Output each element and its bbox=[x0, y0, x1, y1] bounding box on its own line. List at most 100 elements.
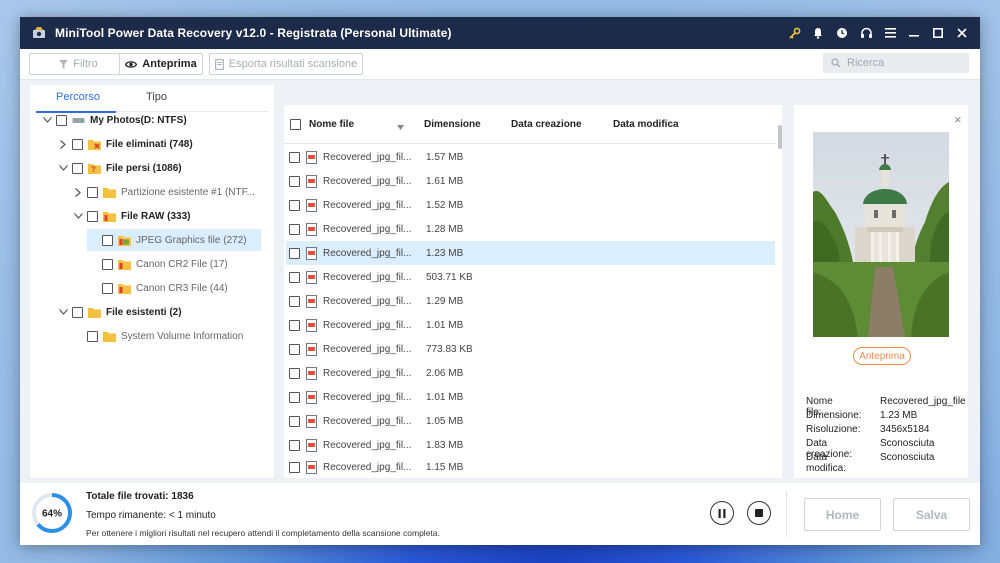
file-row[interactable]: Recovered_jpg_fil... 1.01 MB bbox=[286, 385, 775, 409]
checkbox[interactable] bbox=[289, 319, 300, 331]
preview-button[interactable]: Anteprima bbox=[119, 53, 203, 75]
checkbox[interactable] bbox=[289, 175, 300, 187]
checkbox[interactable] bbox=[289, 391, 300, 403]
minimize-icon[interactable] bbox=[902, 21, 926, 45]
column-created[interactable]: Data creazione bbox=[511, 119, 582, 130]
file-row[interactable]: Recovered_jpg_fil... 1.01 MB bbox=[286, 313, 775, 337]
headset-icon[interactable] bbox=[854, 21, 878, 45]
checkbox[interactable] bbox=[72, 138, 83, 150]
tree-item-cr3[interactable]: Canon CR3 File (44) bbox=[87, 277, 228, 299]
chevron-down-icon[interactable] bbox=[42, 115, 52, 125]
jpg-file-icon bbox=[306, 150, 317, 164]
close-preview-icon[interactable]: × bbox=[954, 112, 962, 127]
file-list-scrollbar[interactable] bbox=[778, 125, 782, 149]
time-remaining: Tempo rimanente: < 1 minuto bbox=[86, 510, 216, 521]
chevron-down-icon[interactable] bbox=[58, 307, 68, 317]
tree-item-jpeg[interactable]: JPEG Graphics file (272) bbox=[87, 229, 261, 251]
checkbox[interactable] bbox=[102, 282, 113, 294]
file-row[interactable]: Recovered_jpg_fil... 1.15 MB bbox=[286, 457, 775, 478]
tree-item-system-volume[interactable]: System Volume Information bbox=[87, 325, 243, 347]
tree-item-lost-files[interactable]: ? File persi (1086) bbox=[58, 157, 182, 179]
jpg-file-icon bbox=[306, 366, 317, 380]
clock-icon[interactable] bbox=[830, 21, 854, 45]
checkbox[interactable] bbox=[72, 162, 83, 174]
checkbox[interactable] bbox=[289, 271, 300, 283]
menu-icon[interactable] bbox=[878, 21, 902, 45]
maximize-icon[interactable] bbox=[926, 21, 950, 45]
checkbox[interactable] bbox=[87, 330, 98, 342]
file-row[interactable]: Recovered_jpg_fil... 1.05 MB bbox=[286, 409, 775, 433]
chevron-down-icon[interactable] bbox=[58, 163, 68, 173]
checkbox[interactable] bbox=[102, 234, 113, 246]
checkbox[interactable] bbox=[72, 306, 83, 318]
file-row[interactable]: Recovered_jpg_fil... 1.83 MB bbox=[286, 433, 775, 457]
checkbox[interactable] bbox=[289, 367, 300, 379]
raw-folder-icon bbox=[118, 259, 131, 270]
checkbox[interactable] bbox=[289, 439, 300, 451]
chevron-right-icon[interactable] bbox=[73, 187, 83, 197]
preview-action-button[interactable]: Anteprima bbox=[853, 347, 911, 365]
column-name[interactable]: Nome file bbox=[309, 119, 354, 130]
column-modified[interactable]: Data modifica bbox=[613, 119, 679, 130]
checkbox[interactable] bbox=[102, 258, 113, 270]
checkbox[interactable] bbox=[289, 343, 300, 355]
app-logo-icon bbox=[31, 25, 47, 41]
tree-item-existing-files[interactable]: File esistenti (2) bbox=[58, 301, 182, 323]
file-row[interactable]: Recovered_jpg_fil... 1.28 MB bbox=[286, 217, 775, 241]
tree-panel: Percorso Tipo My Photos(D: NTFS) File el… bbox=[30, 85, 274, 478]
chevron-right-icon[interactable] bbox=[58, 139, 68, 149]
home-button[interactable]: Home bbox=[804, 498, 881, 531]
pause-button[interactable] bbox=[710, 501, 734, 525]
checkbox[interactable] bbox=[289, 223, 300, 235]
file-row[interactable]: Recovered_jpg_fil... 1.52 MB bbox=[286, 193, 775, 217]
checkbox[interactable] bbox=[289, 199, 300, 211]
file-row[interactable]: Recovered_jpg_fil... 773.83 KB bbox=[286, 337, 775, 361]
tree-item-deleted-files[interactable]: File eliminati (748) bbox=[58, 133, 193, 155]
file-row[interactable]: Recovered_jpg_fil... 2.06 MB bbox=[286, 361, 775, 385]
checkbox[interactable] bbox=[289, 295, 300, 307]
filter-icon bbox=[59, 59, 69, 69]
tree-item-cr2[interactable]: Canon CR2 File (17) bbox=[87, 253, 228, 275]
filter-button[interactable]: Filtro bbox=[29, 53, 128, 75]
bell-icon[interactable] bbox=[806, 21, 830, 45]
checkbox[interactable] bbox=[87, 186, 98, 198]
checkbox[interactable] bbox=[289, 415, 300, 427]
key-icon[interactable] bbox=[782, 21, 806, 45]
file-row[interactable]: Recovered_jpg_fil... 503.71 KB bbox=[286, 265, 775, 289]
search-input[interactable]: Ricerca bbox=[823, 53, 969, 73]
filter-button-label: Filtro bbox=[73, 58, 98, 70]
search-placeholder: Ricerca bbox=[847, 57, 885, 69]
select-all-checkbox[interactable] bbox=[290, 119, 301, 130]
jpg-file-icon bbox=[306, 342, 317, 356]
lost-folder-icon: ? bbox=[88, 163, 101, 174]
tab-percorso[interactable]: Percorso bbox=[56, 91, 100, 109]
window-title: MiniTool Power Data Recovery v12.0 - Reg… bbox=[55, 26, 452, 40]
checkbox[interactable] bbox=[87, 210, 98, 222]
checkbox[interactable] bbox=[289, 151, 300, 163]
file-size: 1.28 MB bbox=[426, 223, 464, 235]
file-name: Recovered_jpg_fil... bbox=[323, 199, 412, 211]
column-size[interactable]: Dimensione bbox=[424, 119, 481, 130]
checkbox[interactable] bbox=[56, 114, 67, 126]
tab-tipo[interactable]: Tipo bbox=[146, 91, 167, 109]
checkbox[interactable] bbox=[289, 247, 300, 259]
stop-button[interactable] bbox=[747, 501, 771, 525]
file-row[interactable]: Recovered_jpg_fil... 1.57 MB bbox=[286, 145, 775, 169]
tree-item-drive[interactable]: My Photos(D: NTFS) bbox=[42, 109, 187, 131]
close-icon[interactable] bbox=[950, 21, 974, 45]
sort-arrow-icon[interactable] bbox=[397, 121, 404, 133]
file-size: 1.01 MB bbox=[426, 319, 464, 331]
tree-item-partition[interactable]: Partizione esistente #1 (NTF... bbox=[73, 181, 255, 203]
checkbox[interactable] bbox=[289, 462, 300, 473]
file-row[interactable]: Recovered_jpg_fil... 1.61 MB bbox=[286, 169, 775, 193]
file-row[interactable]: Recovered_jpg_fil... 1.29 MB bbox=[286, 289, 775, 313]
jpg-file-icon bbox=[306, 461, 317, 474]
export-results-button[interactable]: Esporta risultati scansione bbox=[209, 53, 363, 75]
eye-icon bbox=[125, 60, 138, 68]
tree-item-raw-files[interactable]: File RAW (333) bbox=[73, 205, 190, 227]
file-size: 503.71 KB bbox=[426, 271, 473, 283]
save-button[interactable]: Salva bbox=[893, 498, 970, 531]
chevron-down-icon[interactable] bbox=[73, 211, 83, 221]
meta-key: Risoluzione: bbox=[806, 424, 861, 435]
file-row-selected[interactable]: Recovered_jpg_fil... 1.23 MB bbox=[286, 241, 775, 265]
